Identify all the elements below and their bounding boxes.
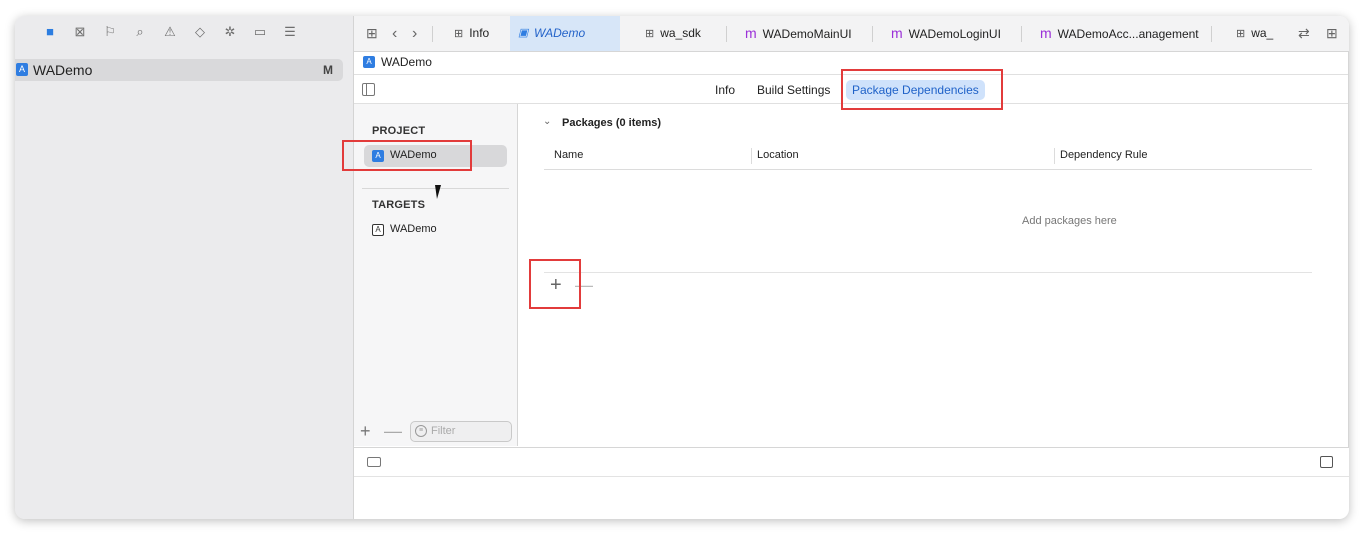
column-dependency-rule[interactable]: Dependency Rule — [1060, 149, 1147, 161]
tab-wa-overflow[interactable]: ⊞ wa_ — [1236, 16, 1290, 51]
tab-label: wa_sdk — [660, 26, 701, 40]
packages-title: Packages (0 items) — [562, 117, 662, 129]
chevron-down-icon[interactable]: ⌄ — [543, 116, 551, 127]
app-icon: A — [372, 150, 384, 162]
jump-bar-label[interactable]: WADemo — [381, 55, 432, 69]
tab-wademo[interactable]: ▣ WADemo — [510, 16, 620, 51]
app-icon: ▣ — [518, 27, 529, 39]
tab-label: Info — [469, 26, 490, 40]
targets-header: TARGETS — [372, 199, 426, 211]
settings-segment-bar: Info Build Settings Package Dependencies — [354, 75, 1349, 104]
xcode-window: ■ ⊠ ⚐ ⌕ ⚠ ◇ ✲ ▭ ☰ A WADemo M ⊞ ‹ › ⊞ Info… — [15, 16, 1349, 519]
tab-wa-sdk[interactable]: ⊞ wa_sdk — [645, 16, 701, 51]
grid-icon[interactable]: ⊞ — [366, 16, 378, 51]
remove-target-button[interactable]: — — [384, 422, 402, 440]
editor-area: ⊞ ‹ › ⊞ Info ▣ WADemo ⊞ wa_sdk m WADemoMainU… — [354, 16, 1349, 519]
project-list-footer: + — ≡ Filter — [354, 416, 517, 446]
objc-file-icon: m — [1040, 25, 1052, 41]
console-toggle-icon[interactable] — [367, 457, 381, 467]
tab-label: WADemoMainUI — [762, 27, 852, 41]
report-icon[interactable]: ☰ — [283, 25, 297, 39]
search-icon[interactable]: ⌕ — [133, 25, 147, 39]
project-navigator: ■ ⊠ ⚐ ⌕ ⚠ ◇ ✲ ▭ ☰ A WADemo M — [15, 16, 354, 519]
tab-label: WADemoAcc...anagement — [1057, 27, 1199, 41]
segment-info[interactable]: Info — [709, 80, 741, 100]
project-target-list: PROJECT A WADemo TARGETS A WADemo + — ≡ … — [354, 104, 518, 446]
table-icon: ⊞ — [454, 28, 464, 40]
navigator-project-label: WADemo — [33, 62, 93, 78]
inspector-edge — [1348, 52, 1349, 447]
table-icon: ⊞ — [645, 28, 655, 40]
target-item-label: WADemo — [390, 223, 437, 235]
folder-icon[interactable]: ■ — [43, 25, 57, 39]
app-icon: A — [363, 56, 375, 68]
switch-tabs-icon[interactable]: ⇄ — [1298, 16, 1310, 51]
objc-file-icon: m — [745, 25, 757, 41]
target-item[interactable]: A WADemo — [364, 219, 507, 241]
tab-label: wa_ — [1251, 26, 1274, 40]
jump-bar: A WADemo — [354, 52, 1349, 75]
debug-icon[interactable]: ✲ — [223, 25, 237, 39]
breakpoint-icon[interactable]: ▭ — [253, 25, 267, 39]
filter-icon: ≡ — [415, 425, 427, 437]
segment-package-dependencies[interactable]: Package Dependencies — [846, 80, 985, 100]
warning-icon[interactable]: ⚠ — [163, 25, 177, 39]
filter-field[interactable]: ≡ Filter — [410, 421, 512, 442]
segment-build-settings[interactable]: Build Settings — [751, 80, 836, 100]
navigator-project-row[interactable]: A WADemo M — [15, 59, 343, 81]
debug-area-header — [354, 448, 1349, 477]
split-editor-icon[interactable]: ⊞ — [1326, 16, 1338, 51]
debug-area — [354, 447, 1349, 519]
tab-wademoaccountmanagement[interactable]: m WADemoAcc...anagement — [1040, 16, 1199, 51]
project-item[interactable]: A WADemo — [364, 145, 507, 167]
packages-pane: ⌄ Packages (0 items) Name Location Depen… — [518, 104, 1349, 446]
filter-placeholder: Filter — [431, 425, 456, 437]
source-control-icon[interactable]: ⊠ — [73, 25, 87, 39]
modified-badge: M — [323, 63, 333, 77]
tab-wademomainui[interactable]: m WADemoMainUI — [745, 16, 852, 51]
hide-debug-area-icon[interactable] — [1320, 456, 1333, 468]
remove-package-button[interactable]: — — [575, 275, 593, 295]
test-icon[interactable]: ◇ — [193, 25, 207, 39]
objc-file-icon: m — [891, 25, 903, 41]
tab-info[interactable]: ⊞ Info — [454, 16, 489, 51]
column-name[interactable]: Name — [554, 149, 583, 161]
navigator-toolbar: ■ ⊠ ⚐ ⌕ ⚠ ◇ ✲ ▭ ☰ — [15, 16, 353, 50]
tab-label: WADemo — [534, 26, 586, 40]
table-icon: ⊞ — [1236, 28, 1246, 40]
target-app-icon: A — [372, 224, 384, 236]
column-location[interactable]: Location — [757, 149, 799, 161]
tab-wademologinui[interactable]: m WADemoLoginUI — [891, 16, 1001, 51]
project-header: PROJECT — [372, 125, 426, 137]
empty-state-text: Add packages here — [1022, 215, 1117, 227]
forward-chevron-icon[interactable]: › — [412, 16, 417, 51]
back-chevron-icon[interactable]: ‹ — [392, 16, 397, 51]
project-item-label: WADemo — [390, 149, 437, 161]
add-package-button[interactable]: + — [550, 275, 562, 295]
app-icon: A — [16, 63, 28, 76]
sidebar-toggle-icon[interactable] — [362, 83, 375, 96]
header-divider — [544, 169, 1312, 170]
add-target-button[interactable]: + — [360, 422, 371, 440]
bookmark-icon[interactable]: ⚐ — [103, 25, 117, 39]
editor-tab-bar: ⊞ ‹ › ⊞ Info ▣ WADemo ⊞ wa_sdk m WADemoMainU… — [354, 16, 1349, 52]
tab-label: WADemoLoginUI — [908, 27, 1001, 41]
table-bottom-divider — [544, 272, 1312, 273]
